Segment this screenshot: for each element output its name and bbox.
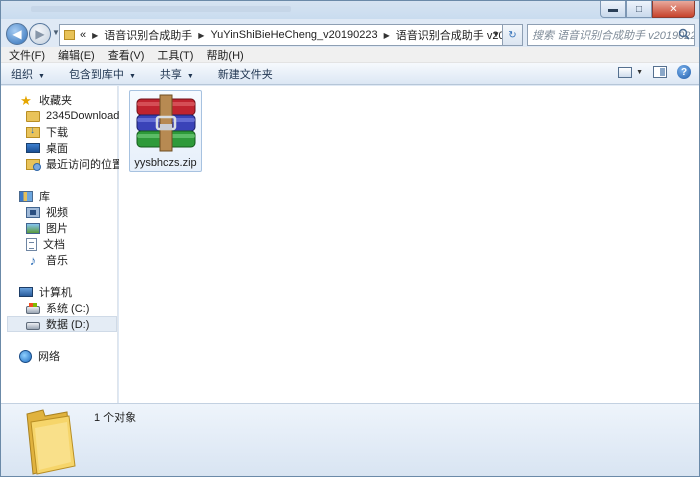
address-history-dropdown[interactable]: ▼: [492, 30, 500, 39]
download-folder-icon: [26, 125, 40, 138]
new-folder-button[interactable]: 新建文件夹: [218, 66, 273, 82]
view-options-dropdown[interactable]: ▼: [636, 69, 643, 76]
nav-item-label: 图片: [46, 223, 68, 235]
search-input[interactable]: 搜索 语音识别合成助手 v20190223: [527, 24, 695, 46]
chevron-right-icon[interactable]: ▶: [384, 31, 390, 40]
nav-item-label: 文档: [43, 239, 65, 251]
nav-network-label: 网络: [38, 351, 60, 363]
minimize-button[interactable]: ▬: [600, 1, 626, 18]
nav-item-label: 数据 (D:): [46, 319, 90, 331]
music-note-icon: ♪: [29, 252, 37, 268]
nav-favorites[interactable]: ★ 收藏夹: [19, 92, 72, 108]
folder-icon: [64, 30, 75, 40]
video-library-icon: [26, 206, 40, 218]
address-bar[interactable]: « ▶ 语音识别合成助手 ▶ YuYinShiBieHeCheng_v20190…: [59, 24, 503, 46]
nav-item-label: 系统 (C:): [46, 303, 90, 315]
breadcrumb-overflow[interactable]: «: [80, 29, 86, 41]
navigation-pane[interactable]: ★ 收藏夹 2345Downloads 下载 桌面 最近访问的位置 库 视频: [1, 86, 125, 403]
nav-favorites-label: 收藏夹: [39, 95, 72, 107]
preview-pane-icon[interactable]: [653, 66, 667, 78]
arrow-left-icon: ◀: [12, 27, 22, 41]
winrar-archive-icon: [136, 94, 196, 152]
change-view-icon[interactable]: [618, 66, 633, 78]
drive-icon: [26, 321, 40, 330]
organize-label: 组织: [11, 68, 33, 81]
title-bar-faded: [31, 6, 291, 12]
folder-icon: [26, 409, 76, 475]
nav-item-2345downloads[interactable]: 2345Downloads: [26, 108, 125, 124]
network-icon: [19, 349, 32, 363]
nav-item-desktop[interactable]: 桌面: [26, 140, 68, 156]
breadcrumb-item[interactable]: 语音识别合成助手: [104, 27, 192, 43]
nav-item-pictures[interactable]: 图片: [26, 220, 68, 236]
include-library-label: 包含到库中: [68, 68, 124, 81]
desktop-icon: [26, 143, 40, 153]
system-drive-icon: [26, 302, 40, 314]
search-icon[interactable]: [678, 28, 690, 40]
nav-network[interactable]: 网络: [19, 348, 60, 364]
breadcrumb-item[interactable]: YuYinShiBieHeCheng_v20190223: [210, 29, 377, 41]
back-button[interactable]: ◀: [6, 23, 28, 45]
nav-computer-label: 计算机: [39, 287, 72, 299]
command-bar: 组织 ▼ 包含到库中 ▼ 共享 ▼ 新建文件夹 ▼ ?: [1, 63, 699, 85]
title-bar[interactable]: ▬ □ ✕: [1, 1, 699, 19]
nav-item-music[interactable]: ♪ 音乐: [26, 252, 68, 268]
breadcrumb-item[interactable]: 语音识别合成助手 v20190223: [396, 27, 502, 43]
computer-icon: [19, 287, 33, 297]
refresh-icon: ↻: [508, 29, 517, 41]
chevron-right-icon[interactable]: ▶: [92, 31, 98, 40]
documents-library-icon: [26, 237, 37, 251]
address-row: ◀ ▶ ▼ « ▶ 语音识别合成助手 ▶ YuYinShiBieHeCheng_…: [1, 19, 699, 47]
nav-libraries-label: 库: [39, 191, 50, 203]
nav-item-drive-d[interactable]: 数据 (D:): [7, 316, 117, 332]
nav-item-drive-c[interactable]: 系统 (C:): [26, 300, 89, 316]
search-placeholder: 搜索 语音识别合成助手 v20190223: [532, 30, 695, 42]
nav-item-downloads[interactable]: 下载: [26, 124, 68, 140]
nav-computer[interactable]: 计算机: [19, 284, 72, 300]
chevron-right-icon[interactable]: ▶: [198, 31, 204, 40]
close-button[interactable]: ✕: [652, 1, 695, 18]
share-label: 共享: [159, 68, 182, 81]
nav-item-label: 视频: [46, 207, 68, 219]
library-icon: [19, 190, 33, 202]
organize-button[interactable]: 组织 ▼: [11, 66, 45, 82]
menu-tools[interactable]: 工具(T): [157, 47, 193, 63]
maximize-button[interactable]: □: [626, 1, 652, 18]
caret-down-icon: ▼: [38, 72, 45, 80]
include-in-library-button[interactable]: 包含到库中 ▼: [69, 66, 136, 82]
nav-libraries[interactable]: 库: [19, 188, 50, 204]
nav-item-label: 2345Downloads: [46, 110, 125, 122]
nav-item-label: 音乐: [46, 255, 68, 267]
menu-file[interactable]: 文件(F): [9, 47, 45, 63]
forward-button[interactable]: ▶: [29, 23, 51, 45]
arrow-right-icon: ▶: [35, 27, 45, 41]
nav-item-label: 最近访问的位置: [46, 159, 123, 171]
caret-down-icon: ▼: [186, 72, 194, 80]
details-pane: 1 个对象: [1, 403, 699, 476]
refresh-button[interactable]: ↻: [503, 24, 523, 46]
explorer-window: ▬ □ ✕ ◀ ▶ ▼ « ▶ 语音识别合成助手 ▶ YuYinShiBieHe…: [0, 0, 700, 477]
nav-item-videos[interactable]: 视频: [26, 204, 68, 220]
nav-item-label: 桌面: [46, 143, 68, 155]
pictures-library-icon: [26, 222, 40, 234]
recent-places-icon: [26, 158, 41, 171]
item-count: 1 个对象: [94, 412, 137, 424]
menu-view[interactable]: 查看(V): [108, 47, 145, 63]
menu-bar: 文件(F) 编辑(E) 查看(V) 工具(T) 帮助(H): [1, 47, 699, 63]
help-icon[interactable]: ?: [677, 65, 691, 79]
nav-item-recent-places[interactable]: 最近访问的位置: [26, 156, 123, 172]
menu-edit[interactable]: 编辑(E): [58, 47, 95, 63]
window-controls: ▬ □ ✕: [600, 1, 695, 18]
share-button[interactable]: 共享 ▼: [160, 66, 194, 82]
view-controls: ▼ ?: [618, 65, 691, 79]
nav-item-label: 下载: [46, 127, 68, 139]
star-icon: ★: [20, 92, 32, 108]
file-item[interactable]: yysbhczs.zip: [129, 90, 202, 172]
menu-help[interactable]: 帮助(H): [206, 47, 243, 63]
nav-item-documents[interactable]: 文档: [26, 236, 65, 252]
file-name: yysbhczs.zip: [134, 157, 197, 169]
caret-down-icon: ▼: [128, 72, 136, 80]
folder-icon: [26, 110, 40, 122]
file-list[interactable]: yysbhczs.zip: [119, 86, 699, 403]
